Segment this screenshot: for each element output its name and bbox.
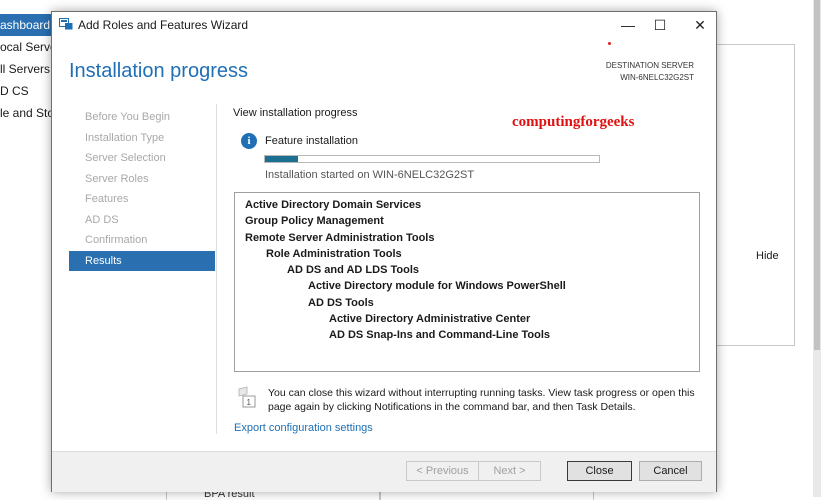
title-bar[interactable]: Add Roles and Features Wizard — ☐ ✕ — [52, 12, 716, 38]
step-confirmation: Confirmation — [85, 234, 148, 246]
feature-installation-label: Feature installation — [265, 135, 358, 147]
close-button[interactable]: Close — [567, 461, 632, 481]
background-tile — [716, 44, 795, 346]
result-item: Active Directory Administrative Center — [329, 313, 531, 326]
step-before-you-begin: Before You Begin — [85, 111, 171, 123]
result-item: AD DS Tools — [308, 296, 374, 309]
destination-label: DESTINATION SERVER — [605, 61, 694, 70]
step-results[interactable]: Results — [69, 250, 215, 271]
svg-text:1: 1 — [247, 398, 252, 407]
step-ad-ds: AD DS — [85, 213, 119, 226]
view-progress-label: View installation progress — [233, 107, 358, 119]
installation-progress-bar — [264, 155, 600, 163]
watermark-text: computingforgeeks — [512, 114, 635, 130]
server-manager-icon — [59, 18, 73, 30]
step-server-selection: Server Selection — [85, 152, 166, 164]
info-icon: i — [241, 133, 257, 149]
window-title: Add Roles and Features Wizard — [78, 18, 249, 32]
maximize-button[interactable]: ☐ — [642, 12, 678, 38]
minimize-button[interactable]: — — [610, 12, 646, 38]
steps-divider — [216, 104, 217, 434]
next-button[interactable]: Next > — [478, 461, 541, 481]
result-item: Active Directory module for Windows Powe… — [308, 280, 566, 293]
hide-link[interactable]: Hide — [756, 250, 779, 262]
installation-started-text: Installation started on WIN-6NELC32G2ST — [265, 169, 475, 181]
progress-fill — [265, 156, 299, 162]
page-title: Installation progress — [69, 60, 248, 82]
notification-flag-icon: 1 — [238, 386, 256, 408]
destination-server: DESTINATION SERVER WIN-6NELC32G2ST — [606, 60, 694, 84]
result-item: AD DS and AD LDS Tools — [287, 264, 419, 277]
close-window-button[interactable]: ✕ — [682, 12, 718, 38]
result-item: AD DS Snap-Ins and Command-Line Tools — [329, 329, 551, 342]
step-installation-type: Installation Type — [85, 131, 165, 144]
step-server-roles: Server Roles — [85, 172, 149, 185]
previous-button[interactable]: < Previous — [406, 461, 479, 481]
close-wizard-note: You can close this wizard without interr… — [268, 387, 695, 413]
result-item: Remote Server Administration Tools — [245, 231, 435, 244]
results-list[interactable]: Active Directory Domain Services Group Po… — [234, 192, 700, 372]
cancel-button[interactable]: Cancel — [639, 461, 702, 481]
result-item: Active Directory Domain Services — [245, 199, 422, 211]
red-dot — [608, 42, 611, 45]
destination-server-name: WIN-6NELC32G2ST — [620, 73, 694, 82]
result-item: Group Policy Management — [245, 215, 384, 228]
wizard-steps: Before You Begin Installation Type Serve… — [69, 107, 215, 271]
wizard-footer: < Previous Next > Close Cancel — [52, 451, 716, 492]
background-scrollbar-thumb[interactable] — [814, 0, 820, 350]
wizard-window: Add Roles and Features Wizard — ☐ ✕ Inst… — [51, 11, 717, 492]
step-features: Features — [85, 193, 129, 205]
export-configuration-link[interactable]: Export configuration settings — [234, 422, 373, 434]
result-item: Role Administration Tools — [266, 247, 402, 260]
